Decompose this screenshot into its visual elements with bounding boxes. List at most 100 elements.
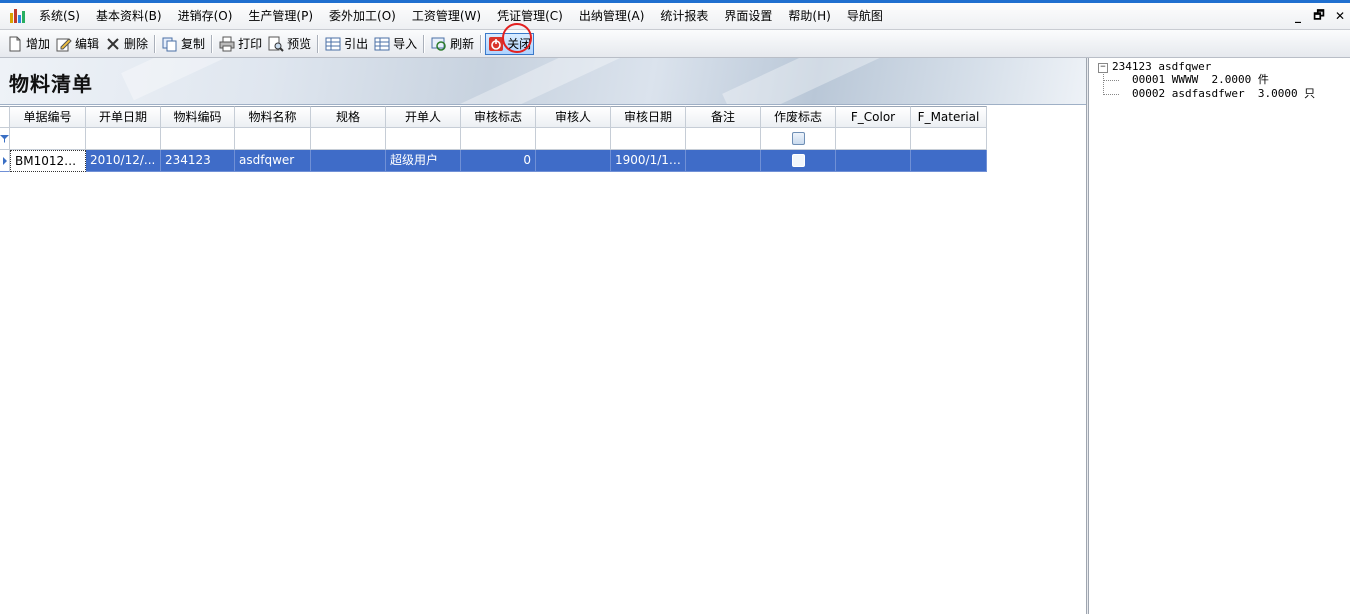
title-banner: 物料清单	[0, 58, 1086, 105]
delete-x-icon	[105, 36, 121, 52]
cell-auditor[interactable]	[536, 150, 611, 172]
cell-void-flag[interactable]	[761, 150, 836, 172]
filter-cell[interactable]	[836, 128, 911, 150]
filter-icon[interactable]	[0, 128, 10, 150]
menu-payroll[interactable]: 工资管理(W)	[404, 3, 489, 29]
cell-remark[interactable]	[686, 150, 761, 172]
col-header-audit-flag[interactable]: 审核标志	[461, 106, 536, 128]
table-row[interactable]: BM10122... 2010/12/... 234123 asdfqwer 超…	[0, 150, 987, 172]
filter-cell[interactable]	[686, 128, 761, 150]
menu-navigation[interactable]: 导航图	[839, 3, 891, 29]
col-header-spec[interactable]: 规格	[311, 106, 386, 128]
banner-decoration	[434, 58, 646, 104]
tree-child-node[interactable]: 00002 asdfasdfwer 3.0000 只	[1132, 87, 1315, 101]
toolbar-separator	[154, 34, 157, 53]
menu-help[interactable]: 帮助(H)	[780, 3, 838, 29]
copy-icon	[162, 36, 178, 52]
page-title: 物料清单	[9, 72, 93, 96]
refresh-button[interactable]: 刷新	[428, 33, 477, 55]
toolbar-separator	[317, 34, 320, 53]
print-label: 打印	[238, 37, 263, 51]
col-header-creator[interactable]: 开单人	[386, 106, 461, 128]
panel-splitter[interactable]	[1086, 58, 1089, 614]
tree-child-node[interactable]: 00001 WWWW 2.0000 件	[1132, 73, 1269, 87]
edit-button[interactable]: 编辑	[53, 33, 102, 55]
close-power-icon	[488, 36, 504, 52]
filter-cell[interactable]	[386, 128, 461, 150]
banner-decoration	[722, 58, 918, 104]
cell-spec[interactable]	[311, 150, 386, 172]
col-header-f-material[interactable]: F_Material	[911, 106, 987, 128]
cell-f-material[interactable]	[911, 150, 987, 172]
toolbar-separator	[211, 34, 214, 53]
filter-cell[interactable]	[10, 128, 86, 150]
filter-cell[interactable]	[911, 128, 987, 150]
tree-connector	[1103, 94, 1119, 95]
cell-material-name[interactable]: asdfqwer	[235, 150, 311, 172]
col-header-auditor[interactable]: 审核人	[536, 106, 611, 128]
close-button[interactable]: 关闭	[485, 22, 535, 55]
col-header-doc-no[interactable]: 单据编号	[10, 106, 86, 128]
cell-f-color[interactable]	[836, 150, 911, 172]
menu-cashier[interactable]: 出纳管理(A)	[571, 3, 653, 29]
delete-button[interactable]: 删除	[102, 33, 151, 55]
filter-cell[interactable]	[611, 128, 686, 150]
menu-basic-data[interactable]: 基本资料(B)	[88, 3, 170, 29]
window-controls: _ 🗗 ✕	[1292, 3, 1346, 29]
print-button[interactable]: 打印	[216, 33, 265, 55]
col-header-void-flag[interactable]: 作废标志	[761, 106, 836, 128]
cell-doc-no[interactable]: BM10122...	[10, 150, 86, 172]
cell-audit-flag[interactable]: 0	[461, 150, 536, 172]
filter-cell[interactable]	[161, 128, 235, 150]
filter-cell[interactable]	[235, 128, 311, 150]
export-table-icon	[325, 36, 341, 52]
col-header-audit-date[interactable]: 审核日期	[611, 106, 686, 128]
cell-creator[interactable]: 超级用户	[386, 150, 461, 172]
delete-label: 删除	[124, 37, 149, 51]
menu-inventory[interactable]: 进销存(O)	[170, 3, 241, 29]
cell-material-code[interactable]: 234123	[161, 150, 235, 172]
export-button[interactable]: 引出	[322, 33, 371, 55]
void-flag-checkbox[interactable]	[791, 154, 805, 167]
export-label: 引出	[344, 37, 369, 51]
row-indicator-arrow[interactable]	[0, 150, 10, 172]
col-header-material-name[interactable]: 物料名称	[235, 106, 311, 128]
menu-vouchers[interactable]: 凭证管理(C)	[489, 3, 571, 29]
row-indicator-header	[0, 106, 10, 128]
cell-audit-date[interactable]: 1900/1/1 ...	[611, 150, 686, 172]
bom-tree-panel: − 234123 asdfqwer 00001 WWWW 2.0000 件 00…	[1090, 58, 1350, 614]
menu-system[interactable]: 系统(S)	[31, 3, 88, 29]
new-document-icon	[7, 36, 23, 52]
menu-outsourcing[interactable]: 委外加工(O)	[321, 3, 404, 29]
col-header-remark[interactable]: 备注	[686, 106, 761, 128]
minimize-icon[interactable]: _	[1292, 9, 1304, 23]
col-header-material-code[interactable]: 物料编码	[161, 106, 235, 128]
close-label: 关闭	[507, 37, 532, 51]
copy-label: 复制	[181, 37, 206, 51]
filter-cell[interactable]	[86, 128, 161, 150]
app-icon	[9, 7, 27, 25]
grid-header: 单据编号 开单日期 物料编码 物料名称 规格 开单人 审核标志 审核人 审核日期…	[0, 106, 987, 128]
filter-void-flag-cell[interactable]	[761, 128, 836, 150]
restore-icon[interactable]: 🗗	[1313, 6, 1325, 27]
import-button[interactable]: 导入	[371, 33, 420, 55]
add-button[interactable]: 增加	[4, 33, 53, 55]
preview-button[interactable]: 预览	[265, 33, 314, 55]
filter-checkbox[interactable]	[791, 132, 805, 145]
col-header-date[interactable]: 开单日期	[86, 106, 161, 128]
copy-button[interactable]: 复制	[159, 33, 208, 55]
col-header-f-color[interactable]: F_Color	[836, 106, 911, 128]
tree-root-node[interactable]: 234123 asdfqwer	[1112, 60, 1211, 74]
printer-icon	[219, 36, 235, 52]
menu-reports[interactable]: 统计报表	[652, 3, 716, 29]
filter-cell[interactable]	[461, 128, 536, 150]
refresh-icon	[431, 36, 447, 52]
import-label: 导入	[393, 37, 418, 51]
cell-date[interactable]: 2010/12/...	[86, 150, 161, 172]
filter-cell[interactable]	[311, 128, 386, 150]
menu-production[interactable]: 生产管理(P)	[240, 3, 321, 29]
filter-cell[interactable]	[536, 128, 611, 150]
close-window-icon[interactable]: ✕	[1334, 9, 1346, 23]
menu-interface[interactable]: 界面设置	[716, 3, 780, 29]
add-label: 增加	[26, 37, 51, 51]
